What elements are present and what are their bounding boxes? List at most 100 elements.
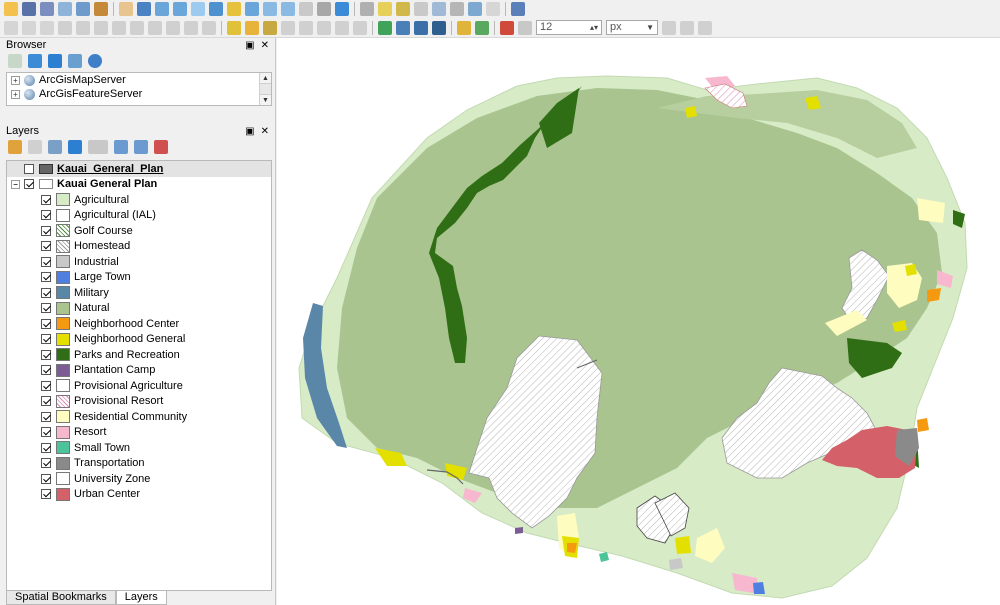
class-visibility-checkbox[interactable] [41, 334, 51, 345]
snapping-icon[interactable] [500, 20, 514, 35]
class-visibility-checkbox[interactable] [41, 473, 51, 484]
expand-all-icon[interactable] [114, 140, 128, 154]
class-visibility-checkbox[interactable] [41, 256, 51, 267]
close-vertex-icon[interactable] [680, 20, 694, 35]
collapse-icon[interactable]: − [11, 179, 20, 189]
move-feature-icon[interactable] [76, 20, 90, 35]
close-panel-icon[interactable]: ✕ [261, 126, 269, 137]
tab-spatial-bookmarks[interactable]: Spatial Bookmarks [6, 591, 116, 605]
map-canvas[interactable] [277, 38, 1000, 605]
legend-class-row[interactable]: Urban Center [7, 487, 271, 503]
python-console-icon[interactable] [457, 20, 471, 35]
zoom-actual-icon[interactable] [191, 2, 205, 16]
add-wms-icon[interactable] [378, 20, 392, 35]
save-project-icon[interactable] [22, 2, 36, 16]
current-edits-icon[interactable] [4, 20, 18, 35]
legend-class-row[interactable]: Neighborhood Center [7, 316, 271, 332]
legend-class-row[interactable]: Small Town [7, 440, 271, 456]
statistics-icon[interactable] [468, 2, 482, 16]
class-visibility-checkbox[interactable] [41, 349, 51, 360]
class-visibility-checkbox[interactable] [41, 303, 51, 314]
legend-class-row[interactable]: Resort [7, 425, 271, 441]
style-manager-icon[interactable] [94, 2, 108, 16]
legend-class-row[interactable]: Natural [7, 301, 271, 317]
trace-icon[interactable] [662, 20, 676, 35]
composer-manager-icon[interactable] [76, 2, 90, 16]
legend-class-row[interactable]: Large Town [7, 270, 271, 286]
zoom-full-icon[interactable] [209, 2, 223, 16]
copy-features-icon[interactable] [148, 20, 162, 35]
float-panel-icon[interactable]: ▣ [245, 40, 254, 51]
identify-icon[interactable] [360, 2, 374, 16]
redo-icon[interactable] [202, 20, 216, 35]
layer-group-kauai-general-plan[interactable]: − Kauai General Plan [7, 177, 271, 193]
add-selected-layer-icon[interactable] [8, 54, 22, 68]
zoom-out-icon[interactable] [173, 2, 187, 16]
attribute-table-icon[interactable] [432, 2, 446, 16]
add-feature-icon[interactable] [58, 20, 72, 35]
layer-labeling-icon[interactable] [245, 20, 259, 35]
legend-class-row[interactable]: Residential Community [7, 409, 271, 425]
collapse-all-icon[interactable] [68, 54, 82, 68]
close-panel-icon[interactable]: ✕ [261, 40, 269, 51]
legend-class-row[interactable]: Provisional Resort [7, 394, 271, 410]
filter-icon[interactable] [48, 54, 62, 68]
select-by-value-icon[interactable] [396, 2, 410, 16]
layer-visibility-checkbox[interactable] [24, 179, 34, 190]
save-edits-icon[interactable] [40, 20, 54, 35]
zoom-next-icon[interactable] [281, 2, 295, 16]
zoom-selection-icon[interactable] [227, 2, 241, 16]
font-size-spinbox[interactable]: 12 ▴▾ [536, 20, 602, 35]
select-features-icon[interactable] [378, 2, 392, 16]
save-as-icon[interactable] [40, 2, 54, 16]
expand-icon[interactable]: + [11, 75, 20, 85]
legend-class-row[interactable]: Plantation Camp [7, 363, 271, 379]
legend-class-row[interactable]: Neighborhood General [7, 332, 271, 348]
print-composer-icon[interactable] [58, 2, 72, 16]
plugin-manager-icon[interactable] [475, 20, 489, 35]
class-visibility-checkbox[interactable] [41, 194, 51, 205]
pan-icon[interactable] [119, 2, 133, 16]
open-project-icon[interactable] [4, 2, 18, 16]
unit-select[interactable]: px ▼ [606, 20, 658, 35]
change-label-icon[interactable] [335, 20, 349, 35]
class-visibility-checkbox[interactable] [41, 272, 51, 283]
pan-to-selection-icon[interactable] [137, 2, 151, 16]
scroll-down-icon[interactable]: ▼ [260, 94, 271, 105]
add-wcs-icon[interactable] [414, 20, 428, 35]
zoom-layer-icon[interactable] [245, 2, 259, 16]
legend-class-row[interactable]: Industrial [7, 254, 271, 270]
legend-class-row[interactable]: Homestead [7, 239, 271, 255]
spin-arrows-icon[interactable]: ▴▾ [590, 21, 598, 34]
legend-class-row[interactable]: University Zone [7, 471, 271, 487]
metasearch-icon[interactable] [432, 20, 446, 35]
label-tool-icon[interactable] [227, 20, 241, 35]
class-visibility-checkbox[interactable] [41, 287, 51, 298]
cut-features-icon[interactable] [130, 20, 144, 35]
class-visibility-checkbox[interactable] [41, 241, 51, 252]
toggle-editing-icon[interactable] [22, 20, 36, 35]
properties-icon[interactable] [88, 54, 102, 68]
legend-class-row[interactable]: Provisional Agriculture [7, 378, 271, 394]
zoom-last-icon[interactable] [263, 2, 277, 16]
browser-scrollbar[interactable]: ▲ ▼ [259, 73, 271, 105]
zoom-in-icon[interactable] [155, 2, 169, 16]
show-hide-labels-icon[interactable] [281, 20, 295, 35]
class-visibility-checkbox[interactable] [41, 210, 51, 221]
delete-selected-icon[interactable] [112, 20, 126, 35]
manage-visibility-icon[interactable] [48, 140, 62, 154]
class-visibility-checkbox[interactable] [41, 318, 51, 329]
legend-class-row[interactable]: Agricultural (IAL) [7, 208, 271, 224]
class-visibility-checkbox[interactable] [41, 380, 51, 391]
class-visibility-checkbox[interactable] [41, 396, 51, 407]
refresh-icon[interactable] [335, 2, 349, 16]
float-panel-icon[interactable]: ▣ [245, 126, 254, 137]
class-visibility-checkbox[interactable] [41, 442, 51, 453]
legend-class-row[interactable]: Transportation [7, 456, 271, 472]
class-visibility-checkbox[interactable] [41, 489, 51, 500]
legend-class-row[interactable]: Golf Course [7, 223, 271, 239]
open-layer-styling-icon[interactable] [8, 140, 22, 154]
add-group-icon[interactable] [28, 140, 42, 154]
new-map-view-icon[interactable] [299, 2, 313, 16]
field-calculator-icon[interactable] [450, 2, 464, 16]
